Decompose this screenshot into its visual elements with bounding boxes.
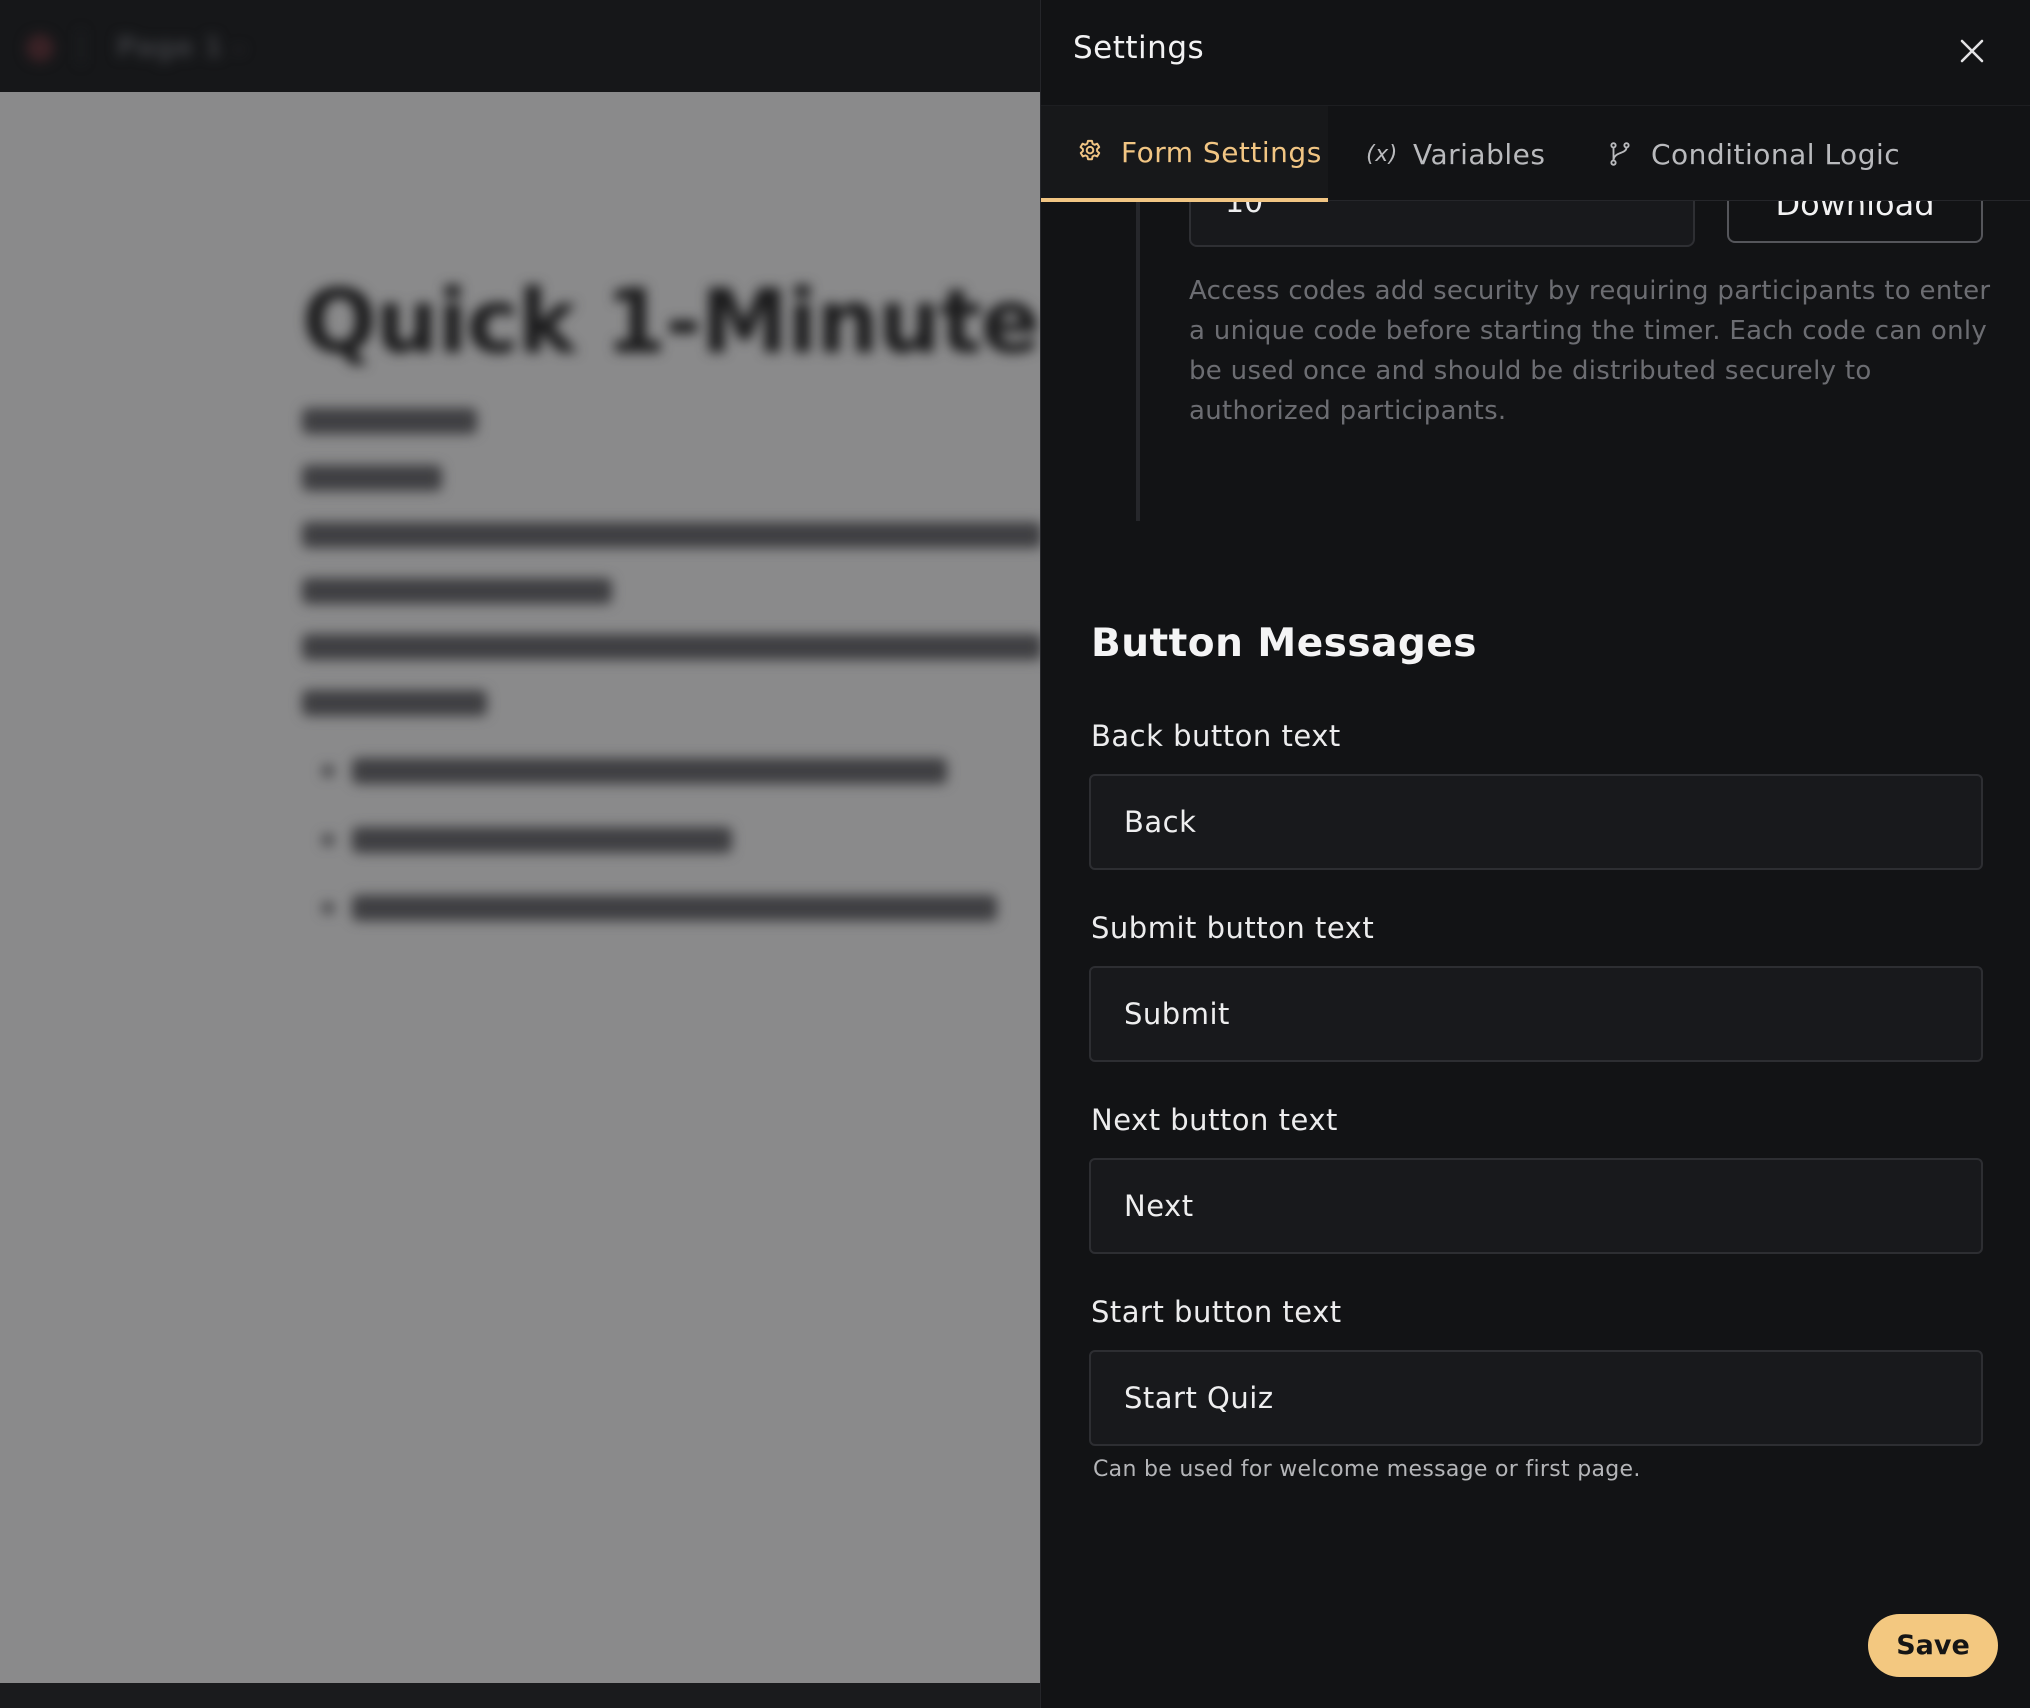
tab-label: Form Settings [1121,135,1322,169]
background-text-line [352,758,947,784]
background-divider [80,30,82,64]
background-text-line [302,690,487,716]
tab-conditional-logic[interactable]: Conditional Logic [1605,106,1900,202]
back-button-text-label: Back button text [1091,719,1341,753]
background-page-label: Page 1 [116,30,223,63]
start-button-text-note: Can be used for welcome message or first… [1093,1457,1641,1482]
download-codes-button[interactable]: Download [1727,201,1983,243]
start-button-text-label: Start button text [1091,1295,1342,1329]
settings-panel: Settings Form Settings (x) Variables Con… [1040,0,2030,1708]
next-button-text-input[interactable] [1089,1158,1983,1254]
background-bullet [322,902,334,914]
submit-button-text-input[interactable] [1089,966,1983,1062]
next-button-text-label: Next button text [1091,1103,1338,1137]
access-code-count-value: 10 [1225,201,1264,220]
background-bullet [322,834,334,846]
background-bottom-bar [0,1683,1040,1708]
background-text-line [302,408,477,434]
gear-icon [1075,137,1105,167]
tab-label: Conditional Logic [1651,137,1901,171]
start-button-text-input[interactable] [1089,1350,1983,1446]
close-button[interactable] [1949,28,1995,74]
close-icon [1960,39,1984,63]
button-messages-heading: Button Messages [1091,621,1477,666]
variable-icon: (x) [1366,141,1398,167]
background-bullet [322,765,334,777]
submit-button-text-label: Submit button text [1091,911,1375,945]
background-content: Page 1 ⌄ Quick 1-Minute Q [0,0,1040,1708]
background-text-line [302,578,612,604]
background-text-line [352,895,997,921]
settings-tabs: Form Settings (x) Variables Conditional … [1041,105,2030,202]
save-button[interactable]: Save [1868,1614,1998,1677]
settings-scroll-area[interactable]: 10 – Download Access codes add security … [1041,201,2030,1708]
tab-label: Variables [1413,137,1546,171]
background-logo [26,34,54,62]
branch-icon [1605,139,1635,169]
background-form-title: Quick 1-Minute Q [302,270,1040,373]
background-text-line [302,522,1040,548]
background-page-caret-icon: ⌄ [228,30,250,60]
background-text-line [352,827,732,853]
access-codes-help-text: Access codes add security by requiring p… [1189,276,1991,426]
background-text-line [302,634,1040,660]
settings-title: Settings [1073,30,1205,66]
back-button-text-input[interactable] [1089,774,1983,870]
background-page: Page 1 ⌄ Quick 1-Minute Q [0,0,1040,1708]
tab-variables[interactable]: (x) Variables [1366,106,1546,202]
tab-form-settings[interactable]: Form Settings [1041,106,1328,202]
decrement-button[interactable]: – [1656,201,1671,216]
access-code-count-stepper[interactable]: 10 – [1189,201,1695,247]
section-indent-rule [1136,201,1140,521]
background-text-line [302,465,442,491]
settings-header: Settings [1041,0,2030,105]
